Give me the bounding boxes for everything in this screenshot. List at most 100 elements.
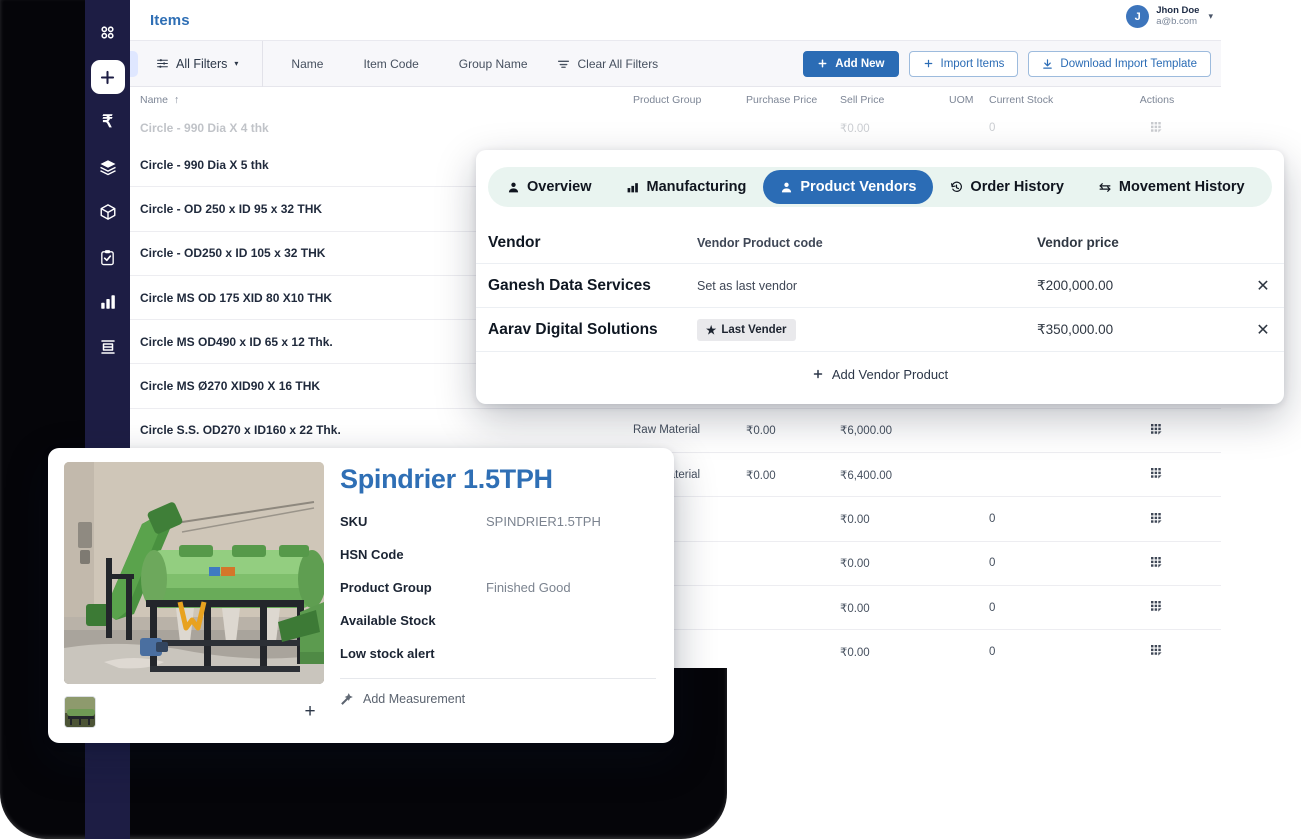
product-spec-row: Low stock alert [340, 637, 656, 670]
add-measurement-button[interactable]: Add Measurement [340, 679, 656, 719]
all-filters-label: All Filters [176, 56, 228, 71]
cell-product-group: Raw Material [633, 424, 701, 437]
sidebar-item-finance[interactable]: ₹ [91, 105, 125, 139]
cell-current-stock: 0 [989, 645, 996, 658]
product-spec-key: HSN Code [340, 547, 404, 562]
cell-sell-price: ₹0.00 [840, 514, 870, 527]
tab-overview[interactable]: Overview [490, 170, 609, 204]
vendor-row[interactable]: Ganesh Data Services Set as last vendor ₹2… [476, 264, 1284, 308]
import-items-button[interactable]: Import Items [908, 50, 1019, 77]
layers-icon [99, 160, 116, 176]
rupee-icon: ₹ [102, 112, 113, 131]
product-spec-key: Low stock alert [340, 646, 435, 661]
sidebar-item-tasks[interactable] [91, 240, 125, 274]
user-name: Jhon Doe [1156, 4, 1200, 16]
column-header-sell-price[interactable]: Sell Price [840, 94, 949, 106]
modal-tab-strip: Overview Manufacturing Product Vendors Orde… [488, 167, 1272, 207]
cell-purchase-price: ₹0.00 [746, 469, 776, 482]
sidebar-item-apps[interactable] [91, 15, 125, 49]
vendor-product-code: ★ Last Vender [697, 318, 1037, 341]
sidebar-item-layers[interactable] [91, 150, 125, 184]
cell-purchase-price: ₹0.00 [746, 425, 776, 438]
add-vendor-product-button[interactable]: Add Vendor Product [476, 352, 1284, 396]
toolbar-divider [262, 40, 264, 87]
row-actions-button[interactable] [1093, 121, 1221, 135]
column-header-uom[interactable]: UOM [949, 94, 989, 106]
plus-icon [924, 59, 932, 68]
history-icon [950, 181, 963, 194]
user-icon [507, 181, 520, 194]
screenshot-root: Items J Jhon Doe a@b.com ▾ All Filters ▾… [0, 0, 1301, 839]
product-title: Spindrier 1.5TPH [340, 464, 553, 494]
row-actions-button[interactable] [1093, 468, 1221, 481]
column-header-current-stock[interactable]: Current Stock [989, 94, 1093, 106]
sidebar-item-data[interactable] [91, 330, 125, 364]
cell-sell-price: ₹0.00 [840, 558, 870, 571]
cell-current-stock: 0 [989, 513, 996, 526]
column-header-name[interactable]: Name ↑ [140, 94, 633, 106]
table-row[interactable]: Circle - 990 Dia X 4 thk ₹0.00 0 [85, 113, 1221, 143]
sidebar-item-inventory[interactable] [91, 195, 125, 229]
quick-filter-item-code[interactable]: Item Code [363, 57, 418, 71]
product-spec-list: SKU SPINDRIER1.5TPH HSN Code Product Group F… [340, 505, 656, 670]
tab-product-vendors[interactable]: Product Vendors [763, 170, 934, 204]
row-actions-button[interactable] [1093, 512, 1221, 526]
clear-filter-icon [557, 60, 569, 68]
product-image[interactable] [64, 462, 324, 684]
sidebar-item-create[interactable] [90, 60, 125, 94]
column-header-purchase-price[interactable]: Purchase Price [746, 94, 840, 106]
row-actions-button[interactable] [1093, 645, 1221, 658]
spindrier-machine-photo [64, 462, 324, 684]
clear-all-filters-button[interactable]: Clear All Filters [557, 57, 658, 71]
apps-grid-icon [101, 25, 114, 39]
product-spec-key: Available Stock [340, 613, 436, 628]
product-thumbnail-1[interactable] [64, 696, 96, 728]
product-spec-value: Finished Good [486, 580, 571, 595]
star-icon: ★ [706, 324, 717, 337]
remove-vendor-button[interactable]: ✕ [1242, 320, 1284, 340]
cell-current-stock: 0 [989, 601, 996, 614]
product-detail-card: + Spindrier 1.5TPH SKU SPINDRIER1.5TPH HSN… [48, 448, 674, 743]
user-email: a@b.com [1156, 15, 1197, 27]
exchange-icon [1098, 181, 1112, 194]
add-new-button[interactable]: Add New [803, 50, 899, 77]
tab-order-history[interactable]: Order History [933, 170, 1080, 204]
tab-movement-history[interactable]: Movement History [1081, 170, 1262, 204]
product-spec-row: Available Stock [340, 604, 656, 637]
row-actions-button[interactable] [1093, 601, 1221, 614]
plus-icon [818, 59, 827, 68]
column-header-product-group[interactable]: Product Group [633, 94, 746, 106]
set-as-last-vendor-link[interactable]: Set as last vendor [697, 279, 797, 293]
cell-name: Circle S.S. OD270 x ID160 x 22 Thk. [140, 423, 341, 438]
column-header-actions: Actions [1139, 94, 1175, 106]
add-product-image-button[interactable]: + [296, 698, 324, 726]
row-actions-button[interactable] [1093, 556, 1221, 570]
import-items-label: Import Items [940, 57, 1005, 70]
table-row[interactable]: Circle S.S. OD270 x ID160 x 22 Thk. Raw M… [85, 408, 1221, 454]
quick-filter-group-name[interactable]: Group Name [459, 57, 528, 71]
chevron-down-icon[interactable]: ▾ [1208, 11, 1213, 22]
actions-grid-icon [1150, 121, 1162, 133]
sort-asc-icon: ↑ [174, 94, 180, 106]
actions-grid-icon [1150, 468, 1162, 479]
product-spec-key: Product Group [340, 580, 432, 595]
product-vendors-modal: Overview Manufacturing Product Vendors Orde… [476, 150, 1284, 404]
tab-label: Manufacturing [646, 179, 747, 195]
tab-manufacturing[interactable]: Manufacturing [609, 170, 764, 204]
app-header: Items J Jhon Doe a@b.com ▾ [85, 0, 1221, 41]
vendor-row[interactable]: Aarav Digital Solutions ★ Last Vender ₹350,… [476, 308, 1284, 352]
tab-label: Order History [970, 179, 1064, 195]
cell-sell-price: ₹6,400.00 [840, 469, 893, 482]
sidebar-item-reports[interactable] [91, 285, 125, 319]
all-filters-button[interactable]: All Filters ▾ [156, 57, 238, 71]
user-menu[interactable]: J Jhon Doe a@b.com ▾ [1126, 5, 1213, 28]
last-vendor-label: Last Vender [721, 323, 787, 336]
download-import-template-button[interactable]: Download Import Template [1028, 50, 1211, 77]
remove-vendor-button[interactable]: ✕ [1242, 276, 1284, 296]
cell-sell-price: ₹0.00 [840, 602, 870, 615]
quick-filter-name[interactable]: Name [291, 57, 323, 71]
row-actions-button[interactable] [1093, 423, 1221, 437]
cell-sell-price: ₹0.00 [840, 123, 870, 135]
cell-current-stock: 0 [989, 122, 996, 134]
bar-chart-icon [100, 295, 115, 309]
